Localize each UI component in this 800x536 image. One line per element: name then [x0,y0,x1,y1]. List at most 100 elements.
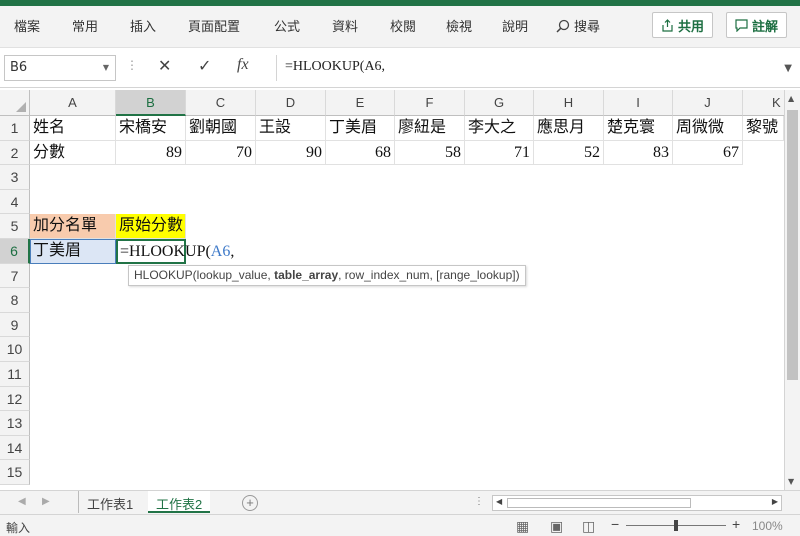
cell-e2[interactable]: 68 [326,140,395,166]
cell-f1[interactable]: 廖紐是 [395,116,465,141]
row-header-4[interactable]: 4 [0,189,30,215]
cell-i2[interactable]: 83 [604,140,673,166]
column-header-h[interactable]: H [534,90,604,116]
confirm-entry-icon[interactable]: ✓ [198,56,211,75]
comments-label: 註解 [752,19,779,35]
tab-split-grip-icon[interactable]: ⋮ [474,496,484,507]
cell-c1[interactable]: 劉朝國 [186,116,256,141]
cell-i1[interactable]: 楚克寰 [604,116,673,141]
zoom-slider-thumb[interactable] [674,520,678,531]
menu-page-layout[interactable]: 頁面配置 [188,16,240,35]
row-header-2[interactable]: 2 [0,140,30,166]
scroll-down-icon[interactable]: ▼ [788,477,794,486]
row-header-9[interactable]: 9 [0,312,30,338]
row-header-8[interactable]: 8 [0,288,30,313]
formula-bar: B6 ▼ ⋮ ✕ ✓ fx =HLOOKUP(A6, ▼ [0,48,800,88]
select-all-corner[interactable] [0,90,30,116]
cell-b2[interactable]: 89 [116,140,186,166]
menu-insert[interactable]: 插入 [130,16,156,35]
vertical-scroll-thumb[interactable] [787,110,798,380]
scroll-up-icon[interactable]: ▲ [788,94,794,103]
share-icon [662,18,673,32]
cell-j1[interactable]: 周微微 [673,116,743,141]
row-header-6[interactable]: 6 [0,239,30,264]
horizontal-scroll-thumb[interactable] [507,498,691,508]
menu-data[interactable]: 資料 [332,16,358,35]
spreadsheet-grid[interactable]: A B C D E F G H I J K 1 2 3 4 5 6 7 8 9 … [0,90,800,490]
cell-f2[interactable]: 58 [395,140,465,166]
tooltip-current-arg: table_array [274,268,339,282]
comments-button[interactable]: 註解 [726,12,788,38]
title-bar-strip [0,0,800,6]
cell-a6[interactable]: 丁美眉 [30,239,116,264]
cell-b6[interactable]: =HLOOKUP(A6, [116,239,234,264]
comment-icon [735,18,748,32]
menu-file[interactable]: 檔案 [14,16,40,35]
cell-a5[interactable]: 加分名單 [30,214,116,239]
cancel-entry-icon[interactable]: ✕ [158,56,171,75]
cell-h2[interactable]: 52 [534,140,604,166]
column-header-g[interactable]: G [465,90,534,116]
select-all-triangle-icon [16,102,26,112]
formula-input[interactable]: =HLOOKUP(A6, [276,55,800,81]
menu-formulas[interactable]: 公式 [274,16,300,35]
cell-h1[interactable]: 應思月 [534,116,604,141]
cell-c2[interactable]: 70 [186,140,256,166]
zoom-level[interactable]: 100% [752,519,783,533]
zoom-out-icon[interactable]: − [611,516,619,532]
column-header-a[interactable]: A [30,90,116,116]
cell-k1[interactable]: 黎號 [743,116,784,141]
menu-review[interactable]: 校閱 [390,16,416,35]
name-box[interactable]: B6 ▼ [4,55,116,81]
share-button[interactable]: 共用 [652,12,714,38]
column-header-e[interactable]: E [326,90,395,116]
page-break-view-icon[interactable]: ◫ [582,518,595,535]
next-sheet-icon[interactable]: ▶ [42,496,50,507]
cell-d1[interactable]: 王設 [256,116,326,141]
zoom-in-icon[interactable]: + [732,516,740,532]
column-header-f[interactable]: F [395,90,465,116]
column-header-d[interactable]: D [256,90,326,116]
row-header-3[interactable]: 3 [0,165,30,190]
cell-a1[interactable]: 姓名 [30,116,116,141]
expand-formula-bar-icon[interactable]: ▼ [784,63,792,74]
cell-j2[interactable]: 67 [673,140,743,166]
sheet-tab-1[interactable]: 工作表1 [78,491,141,513]
scroll-right-icon[interactable]: ▶ [772,497,778,506]
cell-a2[interactable]: 分數 [30,140,116,166]
row-header-14[interactable]: 14 [0,435,30,461]
row-header-5[interactable]: 5 [0,214,30,239]
cell-d2[interactable]: 90 [256,140,326,166]
horizontal-scrollbar[interactable]: ◀ ▶ [492,495,782,511]
column-header-i[interactable]: I [604,90,673,116]
cell-b1[interactable]: 宋橋安 [116,116,186,141]
search-box[interactable]: 搜尋 [556,16,600,35]
row-header-7[interactable]: 7 [0,263,30,289]
add-sheet-icon[interactable]: + [242,495,258,511]
insert-function-icon[interactable]: fx [237,56,249,74]
column-header-c[interactable]: C [186,90,256,116]
cell-e1[interactable]: 丁美眉 [326,116,395,141]
column-header-j[interactable]: J [673,90,743,116]
sheet-tab-2[interactable]: 工作表2 [148,491,211,513]
menu-help[interactable]: 說明 [502,16,528,35]
cell-g2[interactable]: 71 [465,140,534,166]
row-header-13[interactable]: 13 [0,411,30,436]
previous-sheet-icon[interactable]: ◀ [18,496,26,507]
scroll-left-icon[interactable]: ◀ [496,497,502,506]
cell-b5[interactable]: 原始分數 [116,214,186,239]
cell-g1[interactable]: 李大之 [465,116,534,141]
row-header-11[interactable]: 11 [0,362,30,387]
menu-view[interactable]: 檢視 [446,16,472,35]
column-header-b[interactable]: B [116,90,186,116]
row-header-1[interactable]: 1 [0,116,30,141]
normal-view-icon[interactable]: ▦ [516,518,529,535]
row-header-12[interactable]: 12 [0,386,30,412]
row-header-10[interactable]: 10 [0,337,30,362]
chevron-down-icon[interactable]: ▼ [103,63,109,72]
page-layout-view-icon[interactable]: ▣ [550,518,563,535]
tooltip-prefix: HLOOKUP(lookup_value, [134,268,275,282]
vertical-scrollbar[interactable]: ▲ ▼ [784,90,800,490]
row-header-15[interactable]: 15 [0,460,30,485]
menu-home[interactable]: 常用 [72,16,98,35]
